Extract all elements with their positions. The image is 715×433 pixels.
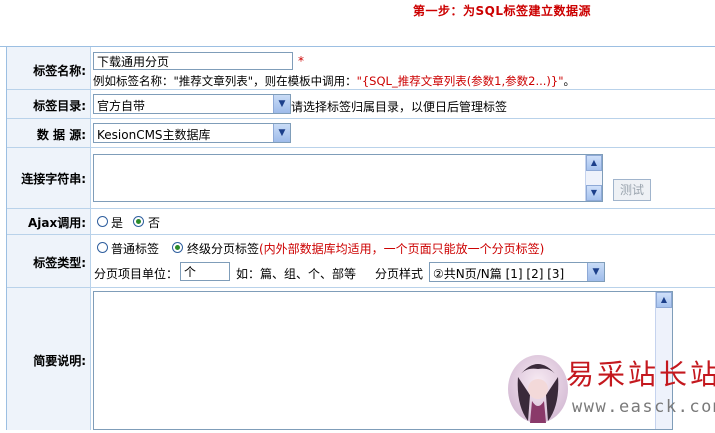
label-cell: 连接字符串:	[7, 148, 91, 208]
ajax-yes-radio[interactable]	[97, 216, 108, 227]
value-cell: 普通标签 终级分页标签 (内外部数据库均适用，一个页面只能放一个分页标签) 分页…	[91, 235, 715, 287]
paging-unit-label: 分页项目单位：	[94, 267, 179, 281]
chevron-down-icon: ▼	[273, 124, 290, 142]
page-header: 第一步：为SQL标签建立数据源	[0, 0, 715, 22]
label-cell: 简要说明:	[7, 288, 91, 430]
description-label: 简要说明:	[33, 354, 86, 368]
ajax-no-radio[interactable]	[133, 216, 144, 227]
row-tag-name: 标签名称: * 例如标签名称："推荐文章列表"，则在模板中调用："{SQL_推荐…	[7, 47, 715, 90]
tag-name-label: 标签名称:	[33, 64, 86, 78]
hint-suffix: 。	[563, 74, 576, 88]
hint-code: "{SQL_推荐文章列表(参数1,参数2...)}"	[356, 74, 564, 88]
scroll-down-icon[interactable]: ▼	[586, 185, 602, 201]
value-cell: 官方自带 ▼ 请选择标签归属目录，以便日后管理标签	[91, 90, 715, 118]
page-title: 第一步：为SQL标签建立数据源	[413, 4, 591, 18]
chevron-down-icon: ▼	[587, 263, 604, 281]
datasource-select-value: KesionCMS主数据库	[97, 128, 211, 142]
required-mark: *	[298, 54, 304, 68]
label-cell: 数 据 源:	[7, 119, 91, 147]
paging-style-value: ②共N页/N篇 [1] [2] [3]	[433, 267, 565, 281]
normal-tag-label: 普通标签	[111, 242, 160, 256]
test-button[interactable]: 测试	[613, 179, 651, 201]
paging-unit-example: 如：篇、组、个、部等	[236, 267, 357, 281]
tag-name-hint: 例如标签名称："推荐文章列表"，则在模板中调用："{SQL_推荐文章列表(参数1…	[93, 73, 575, 89]
tag-catalog-label: 标签目录:	[33, 99, 86, 113]
hint-prefix: 例如标签名称："推荐文章列表"，则在模板中调用：	[93, 74, 357, 88]
connection-string-textarea[interactable]: ▲ ▼	[93, 154, 603, 202]
scroll-up-icon[interactable]: ▲	[586, 155, 602, 171]
watermark: 易采站长站 www.easck.com	[500, 345, 715, 430]
datasource-label: 数 据 源:	[36, 128, 86, 142]
paging-tag-radio[interactable]	[172, 242, 183, 253]
value-cell: 是 否	[91, 209, 715, 234]
ajax-no-label: 否	[148, 216, 161, 230]
value-cell: ▲ ▼ 测试	[91, 148, 715, 208]
datasource-select[interactable]: KesionCMS主数据库 ▼	[93, 123, 291, 143]
paging-note: (内外部数据库均适用，一个页面只能放一个分页标签)	[259, 242, 545, 256]
tag-name-input[interactable]	[93, 52, 293, 70]
row-tag-type: 标签类型: 普通标签 终级分页标签 (内外部数据库均适用，一个页面只能放一个分页…	[7, 235, 715, 288]
catalog-select[interactable]: 官方自带 ▼	[93, 94, 291, 114]
catalog-select-value: 官方自带	[97, 99, 146, 113]
normal-tag-radio[interactable]	[97, 242, 108, 253]
label-cell: 标签目录:	[7, 90, 91, 118]
ajax-yes-label: 是	[111, 216, 124, 230]
connection-label: 连接字符串:	[21, 172, 86, 186]
value-cell: * 例如标签名称："推荐文章列表"，则在模板中调用："{SQL_推荐文章列表(参…	[91, 47, 715, 89]
scroll-up-icon[interactable]: ▲	[656, 292, 672, 308]
label-cell: Ajax调用:	[7, 209, 91, 234]
paging-unit-input[interactable]	[180, 262, 230, 281]
watermark-text: 易采站长站	[566, 358, 715, 391]
label-cell: 标签类型:	[7, 235, 91, 287]
row-connection-string: 连接字符串: ▲ ▼ 测试	[7, 148, 715, 209]
paging-style-select[interactable]: ②共N页/N篇 [1] [2] [3] ▼	[429, 262, 605, 282]
watermark-url: www.easck.com	[572, 397, 715, 417]
row-tag-catalog: 标签目录: 官方自带 ▼ 请选择标签归属目录，以便日后管理标签	[7, 90, 715, 119]
ajax-label: Ajax调用:	[27, 216, 86, 230]
scrollbar[interactable]: ▲ ▼	[585, 155, 602, 201]
row-datasource: 数 据 源: KesionCMS主数据库 ▼	[7, 119, 715, 148]
row-ajax: Ajax调用: 是 否	[7, 209, 715, 235]
paging-tag-label: 终级分页标签	[187, 242, 260, 256]
chevron-down-icon: ▼	[273, 95, 290, 113]
paging-style-label: 分页样式	[375, 267, 424, 281]
value-cell: KesionCMS主数据库 ▼	[91, 119, 715, 147]
label-cell: 标签名称:	[7, 47, 91, 89]
catalog-hint: 请选择标签归属目录，以便日后管理标签	[291, 100, 508, 114]
tag-type-label: 标签类型:	[33, 256, 86, 270]
